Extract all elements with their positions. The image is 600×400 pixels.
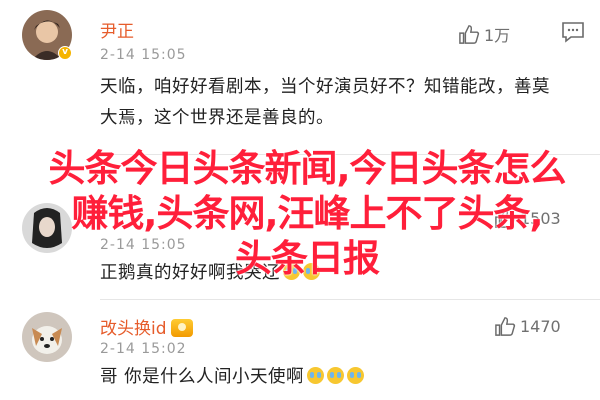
like-button[interactable]: 1万 — [458, 22, 510, 46]
like-count: 1470 — [520, 316, 561, 336]
comment-text: 哥 你是什么人间小天使啊 — [100, 362, 560, 393]
username-text[interactable]: 尹正 — [100, 17, 134, 42]
thumbs-up-icon — [495, 317, 516, 336]
comment-time: 2-14 15:02 — [100, 341, 187, 357]
comment-text: 天临，咱好好看剧本，当个好演员好不？知错能改，善莫大焉，这个世界还是善良的。 — [100, 77, 550, 128]
like-button[interactable]: 1470 — [494, 316, 561, 336]
avatar[interactable] — [22, 312, 72, 362]
comment-text-content: 哥 你是什么人间小天使啊 — [100, 367, 305, 387]
username-text[interactable]: 改头换id — [100, 314, 167, 339]
overlay-line: 赚钱,头条网,汪峰上不了头条, — [71, 192, 543, 235]
overlay-line: 头条日报 — [235, 237, 380, 280]
verified-badge-icon: v — [58, 46, 72, 60]
badge-icon — [170, 318, 193, 337]
username[interactable]: 改头换id — [100, 314, 193, 339]
comment-time: 2-14 15:05 — [100, 47, 187, 63]
overlay-line: 头条今日头条新闻,今日头条怎么 — [48, 147, 566, 190]
overlay-caption: 头条今日头条新闻,今日头条怎么 赚钱,头条网,汪峰上不了头条, 头条日报 — [22, 146, 592, 281]
comment-icon[interactable] — [560, 20, 586, 44]
crying-emoji-icon — [307, 367, 325, 384]
username[interactable]: 尹正 — [100, 17, 134, 42]
divider — [100, 299, 600, 300]
thumbs-up-icon — [459, 25, 480, 44]
crying-emoji-icon — [327, 367, 345, 384]
like-count: 1万 — [484, 26, 511, 45]
crying-emoji-icon — [347, 367, 365, 384]
